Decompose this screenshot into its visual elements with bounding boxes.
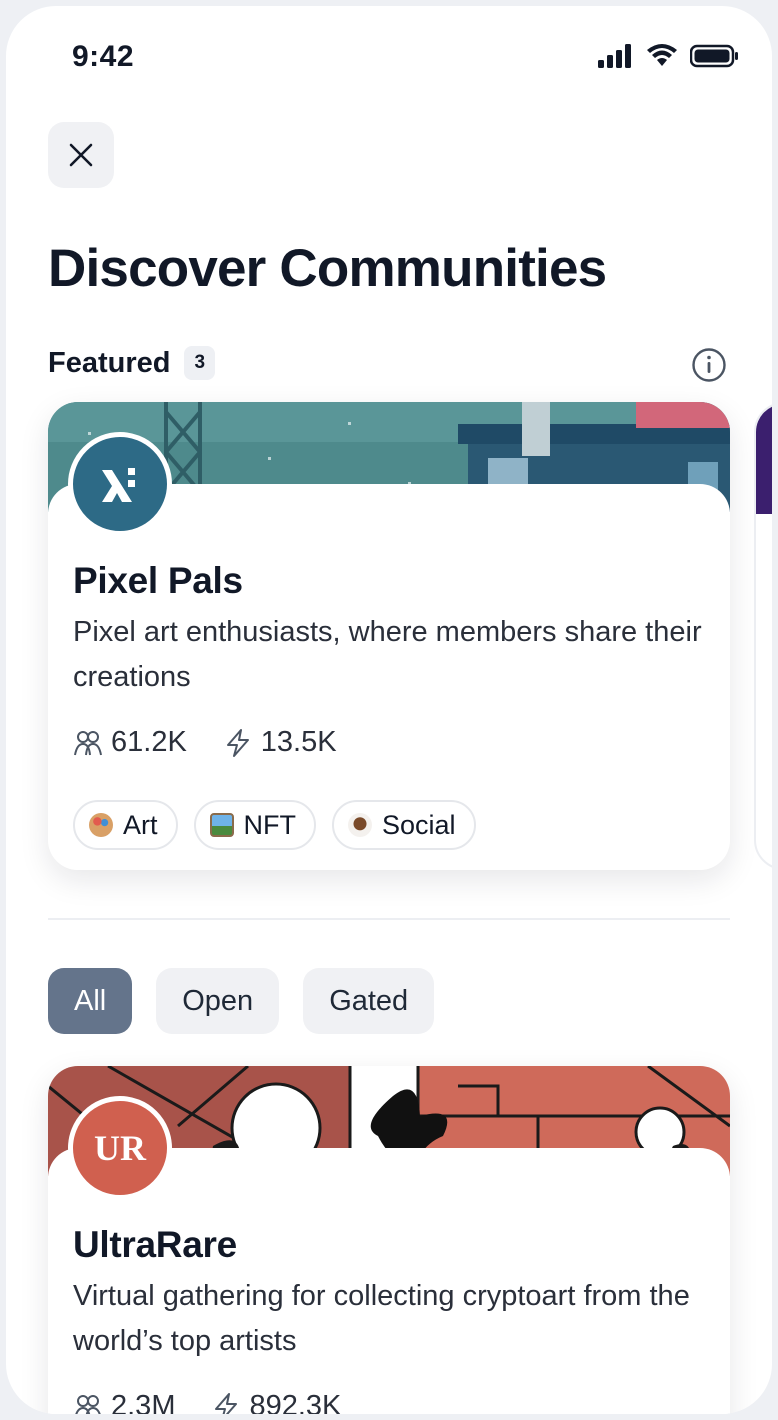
tag-label: Art [123,810,158,841]
members-count: 2.3M [111,1390,175,1420]
featured-count-badge: 3 [184,346,215,380]
battery-icon [690,44,740,68]
featured-label: Featured [48,347,170,380]
close-button[interactable] [48,122,114,188]
tag-label: NFT [244,810,296,841]
status-time: 9:42 [72,40,134,74]
signal-icon [598,44,634,68]
palette-icon [89,813,113,837]
community-description: Pixel art enthusiasts, where members sha… [73,610,713,700]
coffee-icon [348,813,372,837]
tag-nft[interactable]: NFT [194,800,316,850]
members-icon [73,1392,103,1420]
status-icons [598,44,740,68]
wifi-icon [646,44,678,68]
tag-label: Social [382,810,456,841]
info-icon[interactable] [691,347,727,383]
members-icon [73,728,103,758]
lightning-icon [223,728,253,758]
tag-social[interactable]: Social [332,800,476,850]
page-title: Discover Communities [48,238,606,299]
lightning-icon [211,1392,241,1420]
community-logo-icon [92,456,148,512]
community-tags: Art NFT Social [73,800,476,850]
phone-screen: 9:42 Discover Communities Featured 3 [0,0,778,1420]
close-icon [68,142,94,168]
peek-banner [756,404,778,514]
activity-count: 13.5K [261,726,337,759]
community-card[interactable]: UR UltraRare Virtual gathering for colle… [48,1066,730,1420]
community-name: Pixel Pals [73,560,243,602]
pixel-pals-avatar [68,432,172,536]
picture-icon [210,813,234,837]
next-featured-card-peek[interactable] [754,402,778,870]
featured-header: Featured 3 [48,346,215,380]
community-stats: 61.2K 13.5K [73,726,337,759]
filter-tabs: All Open Gated [48,968,434,1034]
activity-count: 892.3K [249,1390,341,1420]
community-stats: 2.3M 892.3K [73,1390,341,1420]
members-count: 61.2K [111,726,187,759]
filter-open[interactable]: Open [156,968,279,1034]
tag-art[interactable]: Art [73,800,178,850]
featured-community-card[interactable]: Pixel Pals Pixel art enthusiasts, where … [48,402,730,870]
community-name: UltraRare [73,1224,237,1266]
avatar-initials: UR [94,1127,146,1169]
section-divider [48,918,730,920]
ultrarare-avatar: UR [68,1096,172,1200]
filter-all[interactable]: All [48,968,132,1034]
community-description: Virtual gathering for collecting cryptoa… [73,1274,713,1364]
filter-gated[interactable]: Gated [303,968,434,1034]
